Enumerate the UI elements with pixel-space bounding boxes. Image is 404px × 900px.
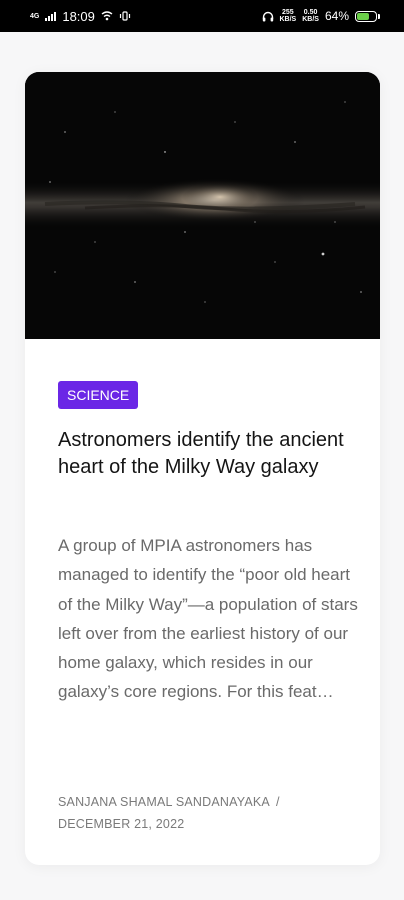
byline-separator: / [275,795,280,809]
network-type: 4G [30,12,40,20]
article-title[interactable]: Astronomers identify the ancient heart o… [58,427,348,481]
article-image[interactable] [25,72,380,339]
article-byline: SANJANA SHAMAL SANDANAYAKA / DECEMBER 21,… [58,791,358,835]
publish-date: DECEMBER 21, 2022 [58,817,185,831]
milky-way-image [25,72,380,339]
signal-icon [45,11,57,21]
category-badge[interactable]: SCIENCE [58,381,139,409]
status-right: 255 KB/S 0.50 KB/S 64% [262,9,380,23]
wifi-icon [101,11,113,21]
author-name[interactable]: SANJANA SHAMAL SANDANAYAKA [58,795,270,809]
status-bar: 4G 18:09 255 KB/S 0.50 KB/S 64% [0,0,404,32]
article-card[interactable]: SCIENCE Astronomers identify the ancient… [25,72,380,865]
status-left: 4G 18:09 [30,9,131,24]
article-excerpt: A group of MPIA astronomers has managed … [58,536,358,702]
headphones-icon [262,11,273,21]
vibrate-icon [119,11,130,21]
net-speed: 255 KB/S [279,9,297,23]
battery-icon [355,10,380,22]
status-time: 18:09 [62,8,95,24]
battery-percent: 64% [324,9,349,23]
data-rate: 0.50 KB/S [302,9,319,23]
